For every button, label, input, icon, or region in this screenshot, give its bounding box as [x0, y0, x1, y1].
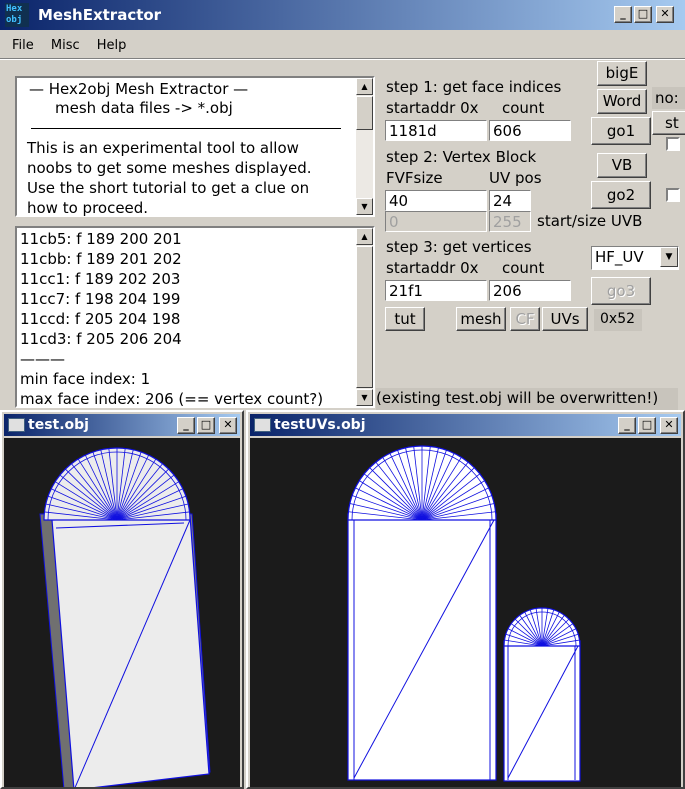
format-select-value: HF_UV [595, 248, 644, 266]
step2-uvb-size-input: 255 [489, 211, 531, 232]
info-title: — Hex2obj Mesh Extractor — [29, 80, 249, 98]
scroll-down-arrow-icon[interactable]: ▼ [356, 389, 373, 406]
step3-title: step 3: get vertices [386, 238, 532, 256]
step1-startaddr-label: startaddr 0x [386, 99, 479, 117]
info-subtitle: mesh data files -> *.obj [55, 99, 233, 117]
minimize-button[interactable]: _ [177, 417, 195, 434]
menubar-divider [0, 58, 685, 60]
test-obj-viewport[interactable] [4, 438, 240, 787]
uv-render [347, 445, 581, 782]
uv-face-large [347, 513, 497, 781]
window-icon [8, 418, 25, 432]
uvs-button[interactable]: UVs [542, 307, 588, 331]
partial-checkbox[interactable] [666, 188, 680, 202]
step1-count-label: count [502, 99, 545, 117]
mesh-dome [43, 447, 191, 521]
scroll-down-arrow-icon[interactable]: ▼ [356, 198, 373, 215]
window-title: MeshExtractor [38, 6, 162, 24]
close-button[interactable]: ✕ [219, 417, 237, 434]
maximize-button[interactable]: □ [638, 417, 656, 434]
word-button[interactable]: Word [597, 89, 647, 114]
scroll-thumb[interactable] [356, 246, 373, 388]
bige-button[interactable]: bigE [597, 61, 647, 86]
go3-button[interactable]: go3 [591, 277, 651, 305]
app-icon-text: Hex obj [6, 4, 23, 25]
log-line: 11cd3: f 205 206 204 [20, 330, 182, 348]
log-line: 11cbb: f 189 201 202 [20, 250, 182, 268]
scroll-up-arrow-icon[interactable]: ▲ [356, 78, 373, 95]
log-scrollbar[interactable]: ▲ ▼ [356, 228, 373, 406]
step3-count-input[interactable]: 206 [489, 280, 571, 301]
step2-uvpos-label: UV pos [489, 169, 542, 187]
go1-button[interactable]: go1 [591, 117, 651, 145]
step2-fvf-input[interactable]: 40 [385, 190, 487, 211]
step2-fvf-label: FVFsize [386, 169, 443, 187]
close-button[interactable]: ✕ [656, 6, 674, 23]
test-obj-window[interactable]: test.obj _ □ ✕ [0, 410, 244, 789]
maximize-button[interactable]: □ [634, 6, 652, 23]
chevron-down-icon[interactable]: ▼ [660, 247, 678, 267]
menu-misc[interactable]: Misc [51, 38, 80, 53]
info-line: Use the short tutorial to get a clue on [27, 179, 310, 197]
menu-help[interactable]: Help [97, 38, 127, 53]
step2-uvb-label: start/size UVB [537, 212, 643, 230]
step1-startaddr-input[interactable]: 1181d [385, 120, 487, 141]
test-obj-title: test.obj [28, 417, 89, 433]
partial-st-button[interactable]: st [652, 111, 685, 135]
mesh-face [51, 515, 210, 787]
maximize-button[interactable]: □ [197, 417, 215, 434]
log-line: ——— [20, 350, 65, 368]
step3-startaddr-input[interactable]: 21f1 [385, 280, 487, 301]
step3-count-label: count [502, 259, 545, 277]
log-line: 11cb5: f 189 200 201 [20, 230, 182, 248]
menubar: File Misc Help [12, 34, 138, 54]
scroll-thumb[interactable] [356, 96, 373, 130]
window-icon [254, 418, 271, 432]
partial-no-label: no: [655, 89, 679, 107]
mesh-button[interactable]: mesh [456, 307, 506, 331]
step1-title: step 1: get face indices [386, 78, 562, 96]
step2-title: step 2: Vertex Block [386, 148, 537, 166]
step3-startaddr-label: startaddr 0x [386, 259, 479, 277]
vb-button[interactable]: VB [597, 153, 647, 178]
info-scrollbar[interactable]: ▲ ▼ [356, 78, 373, 215]
go2-button[interactable]: go2 [591, 181, 651, 209]
test-uvs-title: testUVs.obj [274, 417, 366, 433]
test-obj-titlebar: test.obj _ □ ✕ [4, 414, 240, 436]
test-uvs-titlebar: testUVs.obj _ □ ✕ [250, 414, 681, 436]
info-line: how to proceed. [27, 199, 149, 217]
step1-count-input[interactable]: 606 [489, 120, 571, 141]
log-line: max face index: 206 (== vertex count?) [20, 390, 324, 408]
minimize-button[interactable]: _ [618, 417, 636, 434]
info-line: This is an experimental tool to allow [27, 139, 299, 157]
app-icon: Hex obj [5, 3, 29, 27]
log-line: 11cc1: f 189 202 203 [20, 270, 181, 288]
uv-dome-large [347, 445, 497, 521]
close-button[interactable]: ✕ [660, 417, 678, 434]
menu-file[interactable]: File [12, 38, 34, 53]
log-line: min face index: 1 [20, 370, 151, 388]
tut-button[interactable]: tut [385, 307, 425, 331]
uv-dome-small [503, 607, 581, 647]
info-line: noobs to get some meshes displayed. [27, 159, 312, 177]
scroll-up-arrow-icon[interactable]: ▲ [356, 228, 373, 245]
step2-uvb-start-input: 0 [385, 211, 487, 232]
partial-checkbox[interactable] [666, 137, 680, 151]
log-line: 11cc7: f 198 204 199 [20, 290, 181, 308]
minimize-button[interactable]: _ [614, 6, 632, 23]
format-select[interactable]: HF_UV ▼ [591, 246, 679, 270]
log-line: 11ccd: f 205 204 198 [20, 310, 181, 328]
test-uvs-window[interactable]: testUVs.obj _ □ ✕ [246, 410, 685, 789]
overwrite-note: (existing test.obj will be overwritten!) [376, 389, 659, 407]
hex-label: 0x52 [600, 311, 636, 327]
info-divider [31, 128, 341, 129]
test-uvs-viewport[interactable] [250, 438, 681, 787]
info-textbox[interactable]: — Hex2obj Mesh Extractor — mesh data fil… [15, 76, 375, 217]
step2-uvpos-input[interactable]: 24 [489, 190, 531, 211]
main-titlebar: Hex obj MeshExtractor _ □ ✕ [0, 0, 685, 30]
log-textbox[interactable]: 11cb5: f 189 200 201 11cbb: f 189 201 20… [15, 226, 375, 408]
cf-button[interactable]: CF [510, 307, 540, 331]
uv-face-small [503, 640, 581, 782]
mesh-render-3d [39, 447, 211, 787]
